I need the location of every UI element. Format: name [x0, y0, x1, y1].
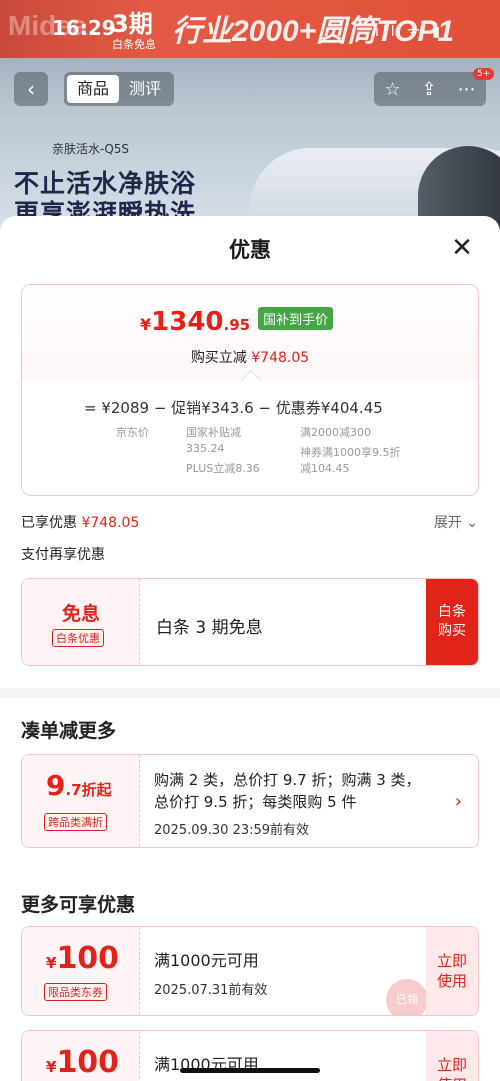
- coupon-card[interactable]: ¥100 满1000元可用 立即使用: [21, 1030, 479, 1081]
- baitiao-buy-button[interactable]: 白条购买: [426, 579, 478, 665]
- nav-actions: ☆ ⇪ ⋯: [374, 72, 486, 106]
- baitiao-card[interactable]: 免息 白条优惠 白条 3 期免息 白条购买: [21, 578, 479, 666]
- baitiao-badge: 免息 白条优惠: [22, 579, 140, 665]
- price-breakdown-card: ¥ 1340 .95 国补到手价 购买立减 ¥748.05 = ¥2089 − …: [21, 284, 479, 496]
- combo-rate-int: 9: [46, 769, 66, 802]
- status-icons: ıll ᯤ ▮: [374, 24, 444, 40]
- coupon-value: 100: [56, 1045, 120, 1080]
- buy-reduce: 购买立减 ¥748.05: [22, 347, 478, 367]
- back-button[interactable]: ‹: [14, 72, 48, 106]
- enjoyed-discount: 已享优惠 ¥748.05: [21, 512, 139, 532]
- baitiao-text: 白条 3 期免息: [156, 618, 263, 638]
- coupon-card[interactable]: ¥100 限品类东券 满1000元可用 2025.07.31前有效 已领 立即使…: [21, 926, 479, 1016]
- combo-expiry: 2025.09.30 23:59前有效: [154, 823, 310, 838]
- promo-period: 3期: [112, 10, 153, 38]
- price-integer: 1340: [151, 307, 224, 337]
- claimed-stamp: 已领: [386, 979, 428, 1015]
- home-indicator[interactable]: [180, 1068, 320, 1073]
- section-gap: [0, 688, 500, 698]
- price-currency: ¥: [140, 315, 152, 334]
- tab-review[interactable]: 测评: [119, 75, 171, 103]
- enjoyed-value: ¥748.05: [81, 515, 140, 531]
- subsidy-price-tag: 国补到手价: [258, 307, 334, 330]
- tab-product[interactable]: 商品: [67, 75, 120, 103]
- combo-rate-rest: .7折起: [65, 781, 112, 799]
- price-formula: = ¥2089 − 促销¥343.6 − 优惠券¥404.45: [84, 399, 383, 417]
- baitiao-tag: 白条优惠: [52, 629, 104, 647]
- combo-section-title: 凑单减更多: [21, 720, 117, 742]
- share-icon[interactable]: ⇪: [422, 79, 437, 100]
- expand-button[interactable]: 展开 ⌄: [434, 512, 478, 532]
- price-decimal: .95: [223, 316, 251, 334]
- hero-subtitle: 亲肤活水-Q5S: [52, 142, 130, 156]
- combo-badge: 9.7折起 跨品类满折: [22, 755, 140, 847]
- coupon-amount: ¥100: [46, 941, 119, 976]
- coupon-expiry: 2025.07.31前有效: [154, 983, 268, 998]
- promo-banner[interactable]: Midea 16:29 3期 白条免息 行业2000+圆筒TOP1 ıll ᯤ …: [0, 0, 500, 58]
- close-icon[interactable]: ✕: [448, 234, 476, 262]
- coupon-tag: 限品类东券: [44, 983, 107, 1001]
- coupon-value: 100: [56, 941, 120, 976]
- coupon-line: 减104.45: [300, 462, 350, 475]
- enjoyed-label: 已享优惠: [21, 515, 77, 531]
- coupon-badge: ¥100: [22, 1031, 140, 1081]
- coupon-line: 神券满1000享9.5折: [300, 446, 401, 459]
- coupon-amount: ¥100: [46, 1045, 119, 1080]
- use-now-button[interactable]: 立即使用: [426, 1031, 478, 1081]
- use-now-button[interactable]: 立即使用: [426, 927, 478, 1015]
- notification-badge: 5+: [473, 68, 495, 80]
- combo-description: 购满 2 类，总价打 9.7 折；购满 3 类，总价打 9.5 折；每类限购 5…: [154, 771, 421, 811]
- star-icon[interactable]: ☆: [384, 79, 400, 100]
- more-section-title: 更多可享优惠: [21, 894, 136, 916]
- gov-subsidy-line: 335.24: [186, 442, 225, 455]
- discount-sheet: 优惠 ✕ ¥ 1340 .95 国补到手价 购买立减 ¥748.05 = ¥20…: [0, 216, 500, 1081]
- final-price: ¥ 1340 .95 国补到手价: [140, 307, 334, 337]
- pay-section-title: 支付再享优惠: [21, 547, 105, 563]
- gov-subsidy-detail: 国家补贴减 335.24 PLUS立减8.36: [186, 425, 296, 477]
- gov-subsidy-line: 国家补贴减: [186, 426, 241, 439]
- coupon-currency: ¥: [46, 1058, 57, 1076]
- promo-subtitle: 白条免息: [112, 38, 156, 51]
- combo-tag: 跨品类满折: [44, 813, 107, 831]
- more-icon[interactable]: ⋯: [458, 79, 476, 100]
- combo-discount-card[interactable]: 9.7折起 跨品类满折 购满 2 类，总价打 9.7 折；购满 3 类，总价打 …: [21, 754, 479, 848]
- status-time: 16:29: [52, 16, 116, 40]
- buy-reduce-value: ¥748.05: [251, 350, 310, 366]
- jd-price-label: 京东价: [116, 426, 149, 439]
- coupon-detail: 满2000减300 神券满1000享9.5折 减104.45: [300, 425, 440, 477]
- sheet-title: 优惠: [229, 238, 271, 262]
- chevron-right-icon[interactable]: ›: [455, 791, 462, 812]
- combo-discount-rate: 9.7折起: [46, 769, 112, 802]
- coupon-condition: 满1000元可用: [154, 951, 259, 970]
- buy-reduce-label: 购买立减: [190, 350, 247, 366]
- coupon-badge: ¥100 限品类东券: [22, 927, 140, 1015]
- coupon-currency: ¥: [46, 954, 57, 972]
- nav-tabs: 商品 测评: [64, 72, 175, 106]
- coupon-line: 满2000减300: [300, 426, 371, 439]
- plus-reduce-line: PLUS立减8.36: [186, 462, 260, 475]
- interest-free-label: 免息: [61, 603, 100, 625]
